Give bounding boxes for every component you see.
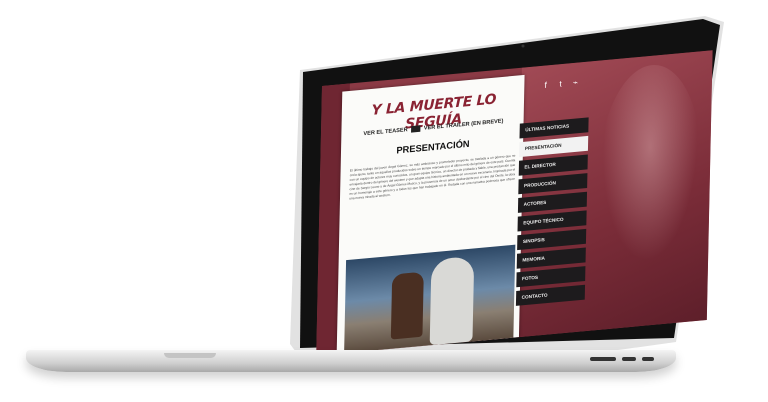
laptop-mockup: f t ⌁ Y LA MUERTE LO SEGUÍA VER EL TEASE… [0, 0, 768, 402]
menu-item[interactable]: SINOPSIS [517, 228, 587, 251]
website-screen: f t ⌁ Y LA MUERTE LO SEGUÍA VER EL TEASE… [316, 50, 713, 356]
white-horse-figure [429, 255, 475, 346]
horse-image [596, 60, 704, 275]
laptop-notch [164, 353, 216, 358]
section-body: El último trabajo del joven Ángel Gómez,… [349, 153, 516, 201]
port [590, 357, 616, 361]
rss-icon[interactable]: ⌁ [571, 77, 581, 88]
content-panel: Y LA MUERTE LO SEGUÍA VER EL TEASER VER … [336, 74, 525, 354]
facebook-icon[interactable]: f [541, 80, 551, 90]
menu-item[interactable]: PRODUCCIÓN [518, 173, 588, 195]
port [622, 357, 636, 361]
menu-item[interactable]: FOTOS [516, 266, 586, 288]
film-still-photo [344, 244, 516, 354]
main-menu: ÚLTIMAS NOTICIAS PRESENTACIÓN EL DIRECTOR P… [515, 117, 589, 309]
clapperboard-icon [411, 125, 421, 133]
menu-item[interactable]: MEMORIA [516, 247, 586, 269]
port [642, 357, 654, 361]
twitter-icon[interactable]: t [556, 79, 566, 89]
gunman-figure [390, 271, 424, 340]
menu-item[interactable]: CONTACTO [515, 284, 586, 306]
laptop-base [26, 350, 676, 372]
menu-item[interactable]: EQUIPO TÉCNICO [517, 210, 587, 232]
menu-item[interactable]: ACTORES [517, 191, 588, 213]
menu-item[interactable]: EL DIRECTOR [518, 154, 588, 176]
teaser-link[interactable]: VER EL TEASER [363, 127, 407, 137]
menu-item[interactable]: PRESENTACIÓN [519, 135, 589, 158]
